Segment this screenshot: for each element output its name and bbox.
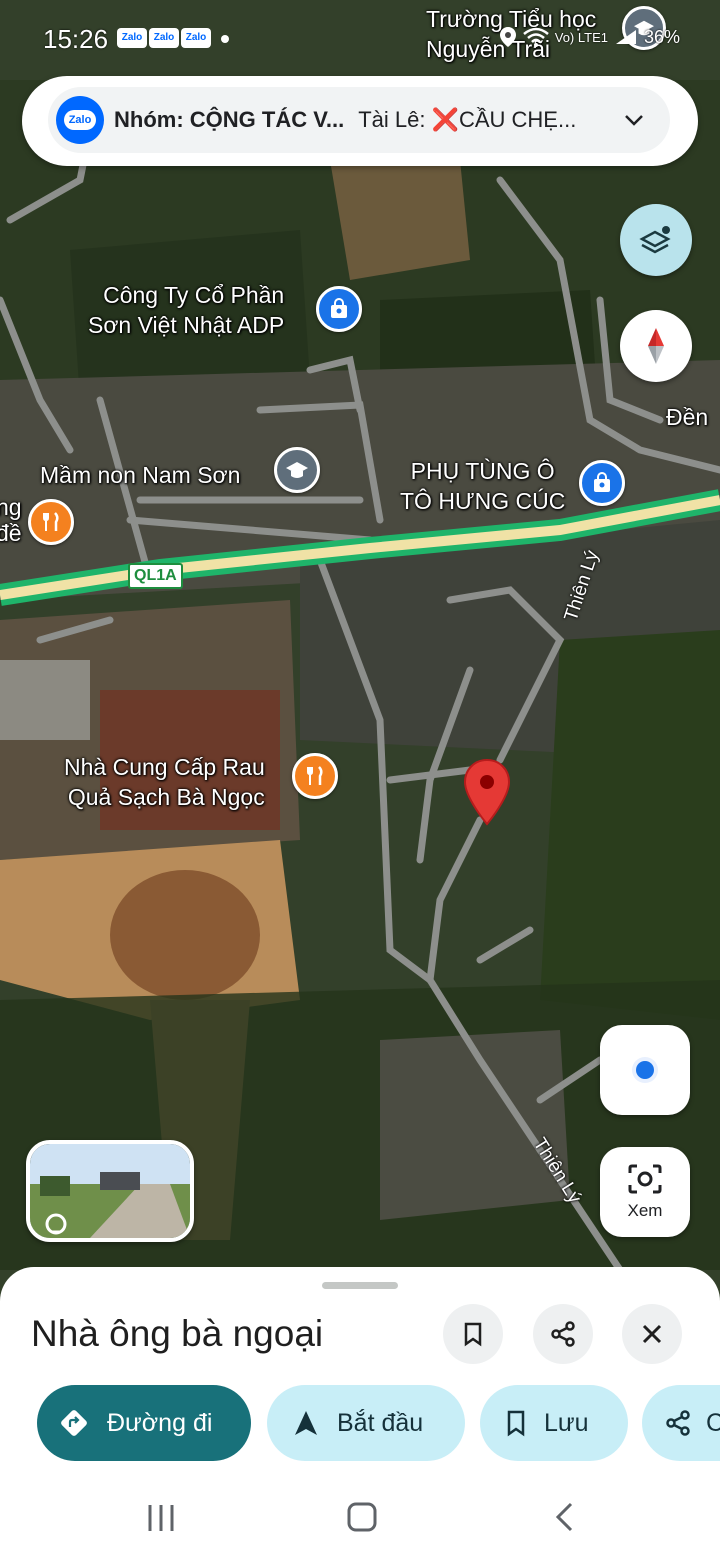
street-view-thumbnail[interactable] [26, 1140, 194, 1242]
restaurant-pin-icon[interactable] [292, 753, 338, 799]
notification-text: Tài Lê: ❌CẦU CHẸ... [358, 107, 577, 132]
status-right-cluster: Vo) LTE1 36% [499, 26, 680, 48]
battery-percent: 36% [643, 26, 680, 47]
fork-knife-icon [43, 512, 59, 531]
action-chips: Đường đi Bắt đầu Lưu C [0, 1385, 720, 1461]
shop-pin-icon[interactable] [579, 460, 625, 506]
bookmark-icon [464, 1322, 482, 1347]
close-icon [642, 1324, 662, 1344]
notification-content[interactable]: Zalo Nhóm: CỘNG TÁC V... Tài Lê: ❌CẦU CH… [48, 87, 670, 153]
navigation-arrow-icon [293, 1409, 319, 1437]
close-button[interactable] [622, 1304, 682, 1364]
fork-knife-icon [307, 766, 323, 785]
graduation-cap-icon [286, 462, 308, 478]
recent-apps-icon[interactable] [145, 1503, 177, 1533]
school-pin-icon[interactable] [274, 447, 320, 493]
back-icon[interactable] [553, 1501, 575, 1533]
lens-view-button[interactable]: Xem [600, 1147, 690, 1237]
place-title: Nhà ông bà ngoại [31, 1313, 324, 1354]
layers-icon [639, 226, 671, 254]
share-icon [664, 1409, 692, 1437]
shopping-bag-icon [594, 472, 610, 492]
save-label: Lưu [544, 1408, 589, 1437]
share-chip-button[interactable]: C [642, 1385, 720, 1461]
camera-lens-icon [628, 1164, 662, 1194]
compass-icon [648, 328, 664, 364]
zalo-notification-icon: Zalo [181, 28, 211, 48]
more-notifications-dot [221, 35, 229, 43]
road-shield-ql1a: QL1A [128, 563, 183, 589]
signal-text: Vo) LTE1 [554, 29, 608, 45]
layers-button[interactable] [620, 204, 692, 276]
shopping-bag-icon [331, 298, 347, 318]
start-label: Bắt đầu [337, 1408, 424, 1437]
drag-handle[interactable] [322, 1282, 398, 1289]
signal-bars-icon [615, 30, 636, 44]
directions-button[interactable]: Đường đi [37, 1385, 251, 1461]
place-label-den[interactable]: Đền [666, 402, 708, 432]
my-location-icon [632, 1057, 658, 1083]
wifi-icon [522, 27, 549, 47]
shop-pin-icon[interactable] [316, 286, 362, 332]
save-button[interactable]: Lưu [480, 1385, 628, 1461]
place-label-mam-non[interactable]: Mầm non Nam Sơn [40, 460, 240, 490]
chevron-down-icon[interactable] [624, 113, 644, 127]
bookmark-button[interactable] [443, 1304, 503, 1364]
status-bar: 15:26 Zalo Zalo Zalo Vo) LTE1 36% [0, 0, 720, 80]
notification-title: Nhóm: CỘNG TÁC V... [114, 107, 345, 132]
status-time: 15:26 [43, 24, 109, 54]
directions-icon [59, 1408, 89, 1438]
share-button[interactable] [533, 1304, 593, 1364]
zalo-notification-icon: Zalo [149, 28, 179, 48]
zalo-notification-banner[interactable]: Zalo Nhóm: CỘNG TÁC V... Tài Lê: ❌CẦU CH… [22, 76, 698, 166]
lens-label: Xem [627, 1201, 663, 1220]
directions-label: Đường đi [107, 1408, 213, 1437]
place-label-nha-cung-cap[interactable]: Nhà Cung Cấp Rau Quả Sạch Bà Ngọc [64, 752, 265, 812]
home-icon[interactable] [346, 1501, 378, 1533]
zalo-notification-icon: Zalo [117, 28, 147, 48]
place-label-phu-tung[interactable]: PHỤ TÙNG Ô TÔ HƯNG CÚC [400, 456, 565, 516]
zalo-app-icon: Zalo [56, 96, 104, 144]
compass-button[interactable] [620, 310, 692, 382]
share-icon [551, 1321, 575, 1347]
street-view-image [30, 1144, 190, 1238]
share-label: C [706, 1408, 720, 1437]
bookmark-icon [504, 1409, 528, 1437]
my-location-button[interactable] [600, 1025, 690, 1115]
start-navigation-button[interactable]: Bắt đầu [267, 1385, 465, 1461]
selected-place-pin-icon[interactable] [462, 758, 512, 828]
location-icon [499, 27, 516, 47]
place-label-cong-ty-son[interactable]: Công Ty Cổ Phần Sơn Việt Nhật ADP [88, 280, 284, 340]
restaurant-pin-icon[interactable] [28, 499, 74, 545]
system-navigation-bar [0, 1470, 720, 1560]
place-label-left-edge[interactable]: ng đề [0, 494, 22, 546]
